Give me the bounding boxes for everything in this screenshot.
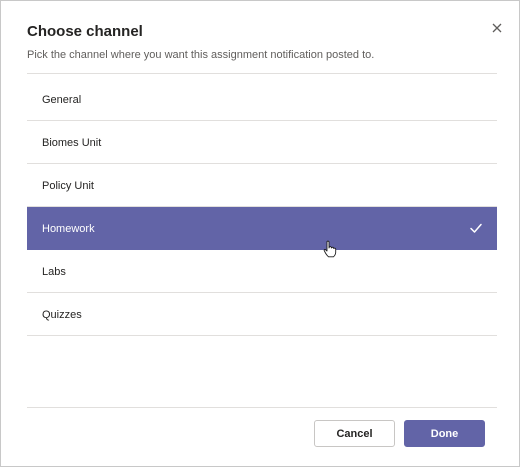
divider	[27, 73, 497, 74]
channel-label: General	[42, 94, 82, 106]
channel-label: Homework	[42, 223, 95, 235]
channel-label: Biomes Unit	[42, 137, 102, 149]
cancel-button[interactable]: Cancel	[314, 420, 395, 447]
channel-item-policy-unit[interactable]: Policy Unit	[27, 164, 497, 207]
channel-item-labs[interactable]: Labs	[27, 250, 497, 293]
checkmark-icon	[470, 223, 482, 233]
dialog-subtitle: Pick the channel where you want this ass…	[27, 49, 375, 61]
done-button[interactable]: Done	[404, 420, 485, 447]
close-button[interactable]	[488, 19, 506, 37]
close-icon	[492, 23, 502, 33]
choose-channel-dialog: Choose channel Pick the channel where yo…	[0, 0, 520, 467]
footer-divider	[27, 407, 497, 408]
dialog-title: Choose channel	[27, 23, 143, 40]
hand-pointer-icon	[323, 240, 337, 258]
channel-list: General Biomes Unit Policy Unit Homework…	[27, 78, 497, 336]
channel-label: Quizzes	[42, 309, 82, 321]
channel-label: Labs	[42, 266, 66, 278]
channel-label: Policy Unit	[42, 180, 94, 192]
channel-item-general[interactable]: General	[27, 78, 497, 121]
channel-item-homework[interactable]: Homework	[27, 207, 497, 250]
channel-item-biomes-unit[interactable]: Biomes Unit	[27, 121, 497, 164]
channel-item-quizzes[interactable]: Quizzes	[27, 293, 497, 336]
